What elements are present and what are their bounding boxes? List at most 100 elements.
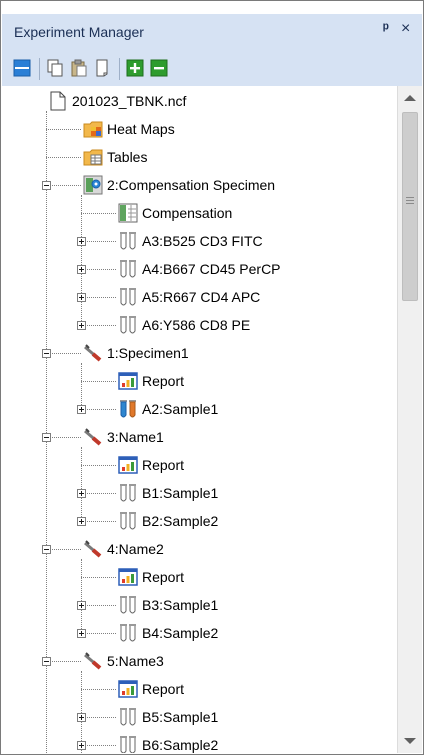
expand-toggle-icon[interactable] bbox=[77, 489, 86, 498]
scroll-down-arrow-icon[interactable] bbox=[404, 738, 416, 744]
tree-item-label[interactable]: B3:Sample1 bbox=[142, 596, 218, 614]
add-icon[interactable] bbox=[126, 59, 144, 77]
tree-item-label[interactable]: 201023_TBNK.ncf bbox=[72, 92, 186, 110]
collapse-toggle-icon[interactable] bbox=[42, 545, 51, 554]
tree-connector-line bbox=[81, 363, 82, 409]
tree-item-label[interactable]: 4:Name2 bbox=[107, 540, 164, 558]
tree-connector-line bbox=[81, 717, 116, 718]
specimen-syringe-icon bbox=[83, 539, 103, 559]
expand-toggle-icon[interactable] bbox=[77, 405, 86, 414]
tree-connector-line bbox=[81, 577, 116, 578]
document-icon bbox=[48, 91, 68, 111]
report-icon bbox=[118, 455, 138, 475]
tubes-icon bbox=[118, 315, 138, 335]
tree-item-label[interactable]: Tables bbox=[107, 148, 147, 166]
tree-item-label[interactable]: 5:Name3 bbox=[107, 652, 164, 670]
tree-connector-line bbox=[81, 465, 116, 466]
tree-connector-line bbox=[81, 559, 82, 633]
pin-icon[interactable]: ᵖ bbox=[383, 20, 389, 37]
tree-item-label[interactable]: A4:B667 CD45 PerCP bbox=[142, 260, 281, 278]
expand-toggle-icon[interactable] bbox=[77, 237, 86, 246]
tree-item-label[interactable]: Report bbox=[142, 680, 184, 698]
tree-connector-line bbox=[81, 493, 116, 494]
toolbar bbox=[2, 50, 422, 88]
tree-item-label[interactable]: B4:Sample2 bbox=[142, 624, 218, 642]
tree-connector-line bbox=[81, 409, 116, 410]
collapse-all-icon[interactable] bbox=[13, 59, 31, 77]
remove-icon[interactable] bbox=[150, 59, 168, 77]
copy-icon[interactable] bbox=[46, 59, 64, 77]
tree-connector-line bbox=[46, 353, 81, 354]
compensation-icon bbox=[118, 203, 138, 223]
tree-item-label[interactable]: B5:Sample1 bbox=[142, 708, 218, 726]
tree-connector-line bbox=[81, 213, 116, 214]
collapse-toggle-icon[interactable] bbox=[42, 433, 51, 442]
tubes-icon bbox=[118, 595, 138, 615]
tree-connector-line bbox=[81, 633, 116, 634]
tree-connector-line bbox=[81, 195, 82, 325]
scrollbar-thumb[interactable] bbox=[402, 112, 418, 301]
tree-item-label[interactable]: A2:Sample1 bbox=[142, 400, 218, 418]
vertical-scrollbar[interactable] bbox=[397, 86, 422, 753]
scroll-up-arrow-icon[interactable] bbox=[404, 95, 416, 101]
expand-toggle-icon[interactable] bbox=[77, 321, 86, 330]
expand-toggle-icon[interactable] bbox=[77, 629, 86, 638]
toolbar-separator bbox=[119, 58, 120, 80]
tree-connector-line bbox=[81, 381, 116, 382]
paste-icon[interactable] bbox=[70, 59, 88, 77]
tree-item-label[interactable]: A6:Y586 CD8 PE bbox=[142, 316, 250, 334]
tubes-icon bbox=[118, 623, 138, 643]
report-icon bbox=[118, 679, 138, 699]
report-icon bbox=[118, 567, 138, 587]
compensation-specimen-icon bbox=[83, 175, 103, 195]
expand-toggle-icon[interactable] bbox=[77, 265, 86, 274]
specimen-syringe-icon bbox=[83, 427, 103, 447]
collapse-toggle-icon[interactable] bbox=[42, 181, 51, 190]
tree-connector-line bbox=[81, 269, 116, 270]
tree-connector-line bbox=[46, 185, 81, 186]
expand-toggle-icon[interactable] bbox=[77, 293, 86, 302]
tree-connector-line bbox=[81, 521, 116, 522]
tree-item-label[interactable]: 2:Compensation Specimen bbox=[107, 176, 275, 194]
tubes-icon bbox=[118, 259, 138, 279]
tubes-icon bbox=[118, 511, 138, 531]
tree-connector-line bbox=[81, 325, 116, 326]
tubes-icon bbox=[118, 287, 138, 307]
close-icon[interactable]: × bbox=[401, 20, 410, 38]
tree-connector-line bbox=[46, 129, 81, 130]
expand-toggle-icon[interactable] bbox=[77, 517, 86, 526]
tree-item-label[interactable]: 1:Specimen1 bbox=[107, 344, 189, 362]
tree-item-label[interactable]: Compensation bbox=[142, 204, 232, 222]
expand-toggle-icon[interactable] bbox=[77, 741, 86, 750]
specimen-syringe-icon bbox=[83, 343, 103, 363]
collapse-toggle-icon[interactable] bbox=[42, 657, 51, 666]
tubes-icon bbox=[118, 231, 138, 251]
tree-connector-line bbox=[46, 549, 81, 550]
tubes-icon bbox=[118, 483, 138, 503]
tree-connector-line bbox=[81, 605, 116, 606]
toolbar-separator bbox=[39, 58, 40, 80]
panel-title: Experiment Manager bbox=[14, 24, 144, 40]
tree-connector-line bbox=[81, 447, 82, 521]
table-folder-icon bbox=[83, 147, 103, 167]
collapse-toggle-icon[interactable] bbox=[42, 349, 51, 358]
colored-tubes-icon bbox=[118, 399, 138, 419]
tree-item-label[interactable]: Report bbox=[142, 568, 184, 586]
experiment-tree[interactable]: 201023_TBNK.ncf Heat Maps Tables 2:Compensa… bbox=[1, 86, 397, 753]
tree-item-label[interactable]: Heat Maps bbox=[107, 120, 175, 138]
duplicate-icon[interactable] bbox=[94, 59, 112, 77]
tree-item-label[interactable]: B2:Sample2 bbox=[142, 512, 218, 530]
tree-item-label[interactable]: Report bbox=[142, 456, 184, 474]
tree-connector-line bbox=[46, 157, 81, 158]
panel-titlebar: Experiment Manager ᵖ × bbox=[2, 14, 422, 50]
tree-item-label[interactable]: A3:B525 CD3 FITC bbox=[142, 232, 263, 250]
tree-item-label[interactable]: 3:Name1 bbox=[107, 428, 164, 446]
tree-item-label[interactable]: B6:Sample2 bbox=[142, 736, 218, 753]
expand-toggle-icon[interactable] bbox=[77, 713, 86, 722]
tree-item-label[interactable]: B1:Sample1 bbox=[142, 484, 218, 502]
tree-item-label[interactable]: A5:R667 CD4 APC bbox=[142, 288, 260, 306]
tree-connector-line bbox=[46, 437, 81, 438]
expand-toggle-icon[interactable] bbox=[77, 601, 86, 610]
tree-connector-line bbox=[81, 689, 116, 690]
tree-item-label[interactable]: Report bbox=[142, 372, 184, 390]
